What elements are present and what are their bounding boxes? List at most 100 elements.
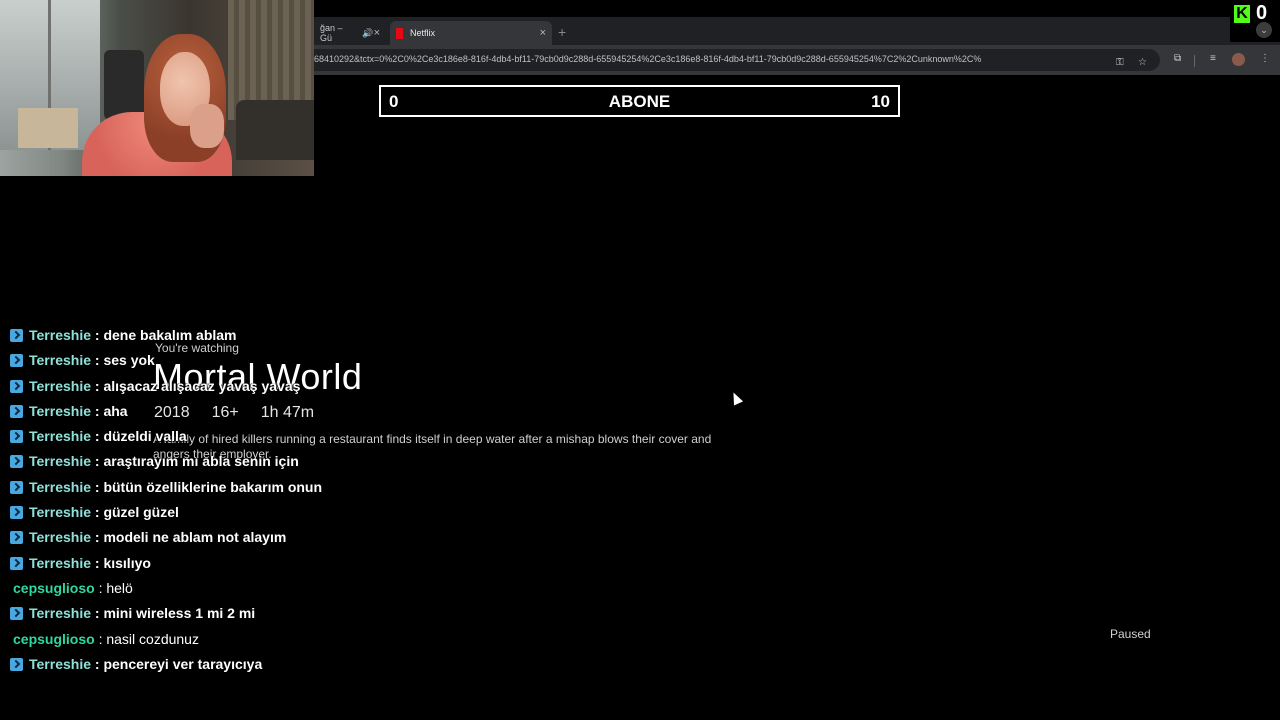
- chat-text: pencereyi ver tarayıcıya: [103, 655, 263, 672]
- chat-separator: :: [91, 352, 104, 369]
- chat-username: cepsuglioso : helö: [13, 580, 133, 596]
- webcam-person-hand: [190, 104, 224, 148]
- chat-username-text: cepsuglioso: [13, 579, 95, 596]
- subscriber-badge-icon: [10, 329, 23, 342]
- extensions-icon[interactable]: ⧉: [1174, 53, 1181, 64]
- chat-text: alışacaz alışacaz yavaş yavaş: [103, 377, 301, 394]
- chat-message: Terreshie : dene bakalım ablam: [0, 326, 330, 351]
- chat-username-text: Terreshie: [29, 478, 91, 495]
- chat-username: Terreshie : kısılıyo: [29, 555, 151, 571]
- chat-username-text: Terreshie: [29, 529, 91, 546]
- chat-text: ses yok: [103, 352, 155, 369]
- tab-label: ğan – Gü: [320, 23, 343, 43]
- tab-label: Netflix: [410, 28, 436, 38]
- subscriber-badge-icon: [10, 506, 23, 520]
- chat-username-text: Terreshie: [29, 504, 91, 521]
- webcam-chair: [104, 50, 144, 120]
- chat-message: Terreshie : alışacaz alışacaz yavaş yava…: [0, 377, 330, 402]
- webcam-table: [18, 108, 78, 148]
- chat-separator: :: [94, 630, 107, 647]
- subscriber-badge-icon: [10, 480, 23, 494]
- webcam-feed: [0, 0, 314, 176]
- profile-avatar[interactable]: [1232, 53, 1245, 66]
- mouse-cursor-icon: [728, 390, 744, 406]
- key-icon[interactable]: ⚿: [1116, 57, 1124, 68]
- tab-search-chevron-icon[interactable]: ⌄: [1256, 22, 1272, 38]
- subscriber-badge-icon: [10, 531, 23, 545]
- chat-text: dene bakalım ablam: [103, 327, 237, 343]
- chat-separator: :: [91, 504, 104, 521]
- subscriber-badge-icon: [10, 657, 23, 671]
- more-menu-icon[interactable]: ⋮: [1260, 53, 1270, 64]
- chat-separator: :: [91, 327, 104, 343]
- chat-text: güzel güzel: [103, 504, 179, 521]
- chat-message: Terreshie : modeli ne ablam not alayım: [0, 528, 330, 553]
- chat-username: Terreshie : aha: [29, 403, 128, 419]
- chat-message: Terreshie : güzel güzel: [0, 503, 330, 528]
- chat-username-text: cepsuglioso: [13, 630, 95, 647]
- chat-separator: :: [91, 377, 104, 394]
- toolbar-divider: [1194, 55, 1195, 67]
- chat-text: kısılıyo: [103, 554, 151, 571]
- chat-separator: :: [91, 402, 104, 419]
- chat-separator: :: [94, 579, 107, 596]
- kick-logo-icon: K: [1234, 5, 1250, 23]
- close-tab-icon[interactable]: ×: [540, 27, 546, 39]
- chat-separator: :: [91, 453, 104, 470]
- chat-username: Terreshie : dene bakalım ablam: [29, 327, 237, 343]
- media-controls-icon[interactable]: ≡: [1210, 53, 1216, 64]
- subscriber-badge-icon: [10, 607, 23, 621]
- chat-message: Terreshie : bütün özelliklerine bakarım …: [0, 478, 330, 503]
- new-tab-button[interactable]: +: [558, 24, 566, 40]
- chat-text: bütün özelliklerine bakarım onun: [103, 478, 323, 495]
- chat-username: Terreshie : alışacaz alışacaz yavaş yava…: [29, 378, 300, 394]
- goal-max: 10: [871, 92, 890, 111]
- chat-username-text: Terreshie: [29, 554, 91, 571]
- chat-username-text: Terreshie: [29, 377, 91, 394]
- kick-viewer-badge: K 0: [1230, 0, 1280, 42]
- chat-username: Terreshie : güzel güzel: [29, 504, 179, 520]
- chat-username: Terreshie : modeli ne ablam not alayım: [29, 529, 286, 545]
- chat-username: Terreshie : araştırayım mı abla senin iç…: [29, 453, 299, 469]
- subscriber-badge-icon: [10, 556, 23, 570]
- chat-message: Terreshie : mini wireless 1 mi 2 mi: [0, 604, 330, 629]
- chat-message: Terreshie : pencereyi ver tarayıcıya: [0, 655, 330, 680]
- netflix-logo-icon: [396, 27, 403, 39]
- chat-message: Terreshie : düzeldi valla: [0, 427, 330, 452]
- chat-username: Terreshie : mini wireless 1 mi 2 mi: [29, 605, 255, 621]
- chat-text: mini wireless 1 mi 2 mi: [103, 605, 256, 622]
- chat-separator: :: [91, 478, 104, 495]
- subscriber-goal-bar: 0 ABONE 10: [379, 85, 900, 117]
- chat-username: Terreshie : düzeldi valla: [29, 428, 187, 444]
- chat-text: helö: [106, 579, 133, 596]
- tab-netflix[interactable]: Netflix ×: [390, 21, 552, 45]
- chat-username-text: Terreshie: [29, 402, 91, 419]
- chat-username-text: Terreshie: [29, 327, 91, 343]
- chat-separator: :: [91, 605, 104, 622]
- chat-username-text: Terreshie: [29, 428, 91, 445]
- chat-message: cepsuglioso : nasil cozdunuz: [0, 630, 330, 655]
- chat-separator: :: [91, 655, 104, 672]
- url-text: 68410292&tctx=0%2C0%2Ce3c186e8-816f-4db4…: [314, 54, 982, 64]
- speaker-icon[interactable]: 🔊: [362, 28, 373, 39]
- chat-username-text: Terreshie: [29, 453, 91, 470]
- chat-overlay: Terreshie : dene bakalım ablam Terreshie …: [0, 326, 330, 680]
- chat-separator: :: [91, 428, 104, 445]
- tab-music[interactable]: ğan – Gü 🔊 ×: [314, 21, 386, 45]
- chat-username-text: Terreshie: [29, 352, 91, 369]
- bookmark-star-icon[interactable]: ☆: [1138, 57, 1147, 68]
- chat-username-text: Terreshie: [29, 655, 91, 672]
- url-field[interactable]: 68410292&tctx=0%2C0%2Ce3c186e8-816f-4db4…: [314, 49, 1160, 71]
- chat-username: Terreshie : ses yok: [29, 352, 155, 368]
- chat-text: aha: [103, 402, 128, 419]
- goal-label: ABONE: [608, 92, 671, 111]
- chat-message: Terreshie : ses yok: [0, 351, 330, 376]
- chat-username: Terreshie : pencereyi ver tarayıcıya: [29, 656, 262, 672]
- chat-separator: :: [91, 529, 104, 546]
- close-tab-icon[interactable]: ×: [374, 27, 380, 39]
- paused-status: Paused: [1110, 627, 1151, 641]
- chat-text: araştırayım mı abla senin için: [103, 453, 299, 470]
- webcam-sofa: [236, 100, 314, 160]
- chat-message: cepsuglioso : helö: [0, 579, 330, 604]
- address-bar: 68410292&tctx=0%2C0%2Ce3c186e8-816f-4db4…: [314, 45, 1280, 75]
